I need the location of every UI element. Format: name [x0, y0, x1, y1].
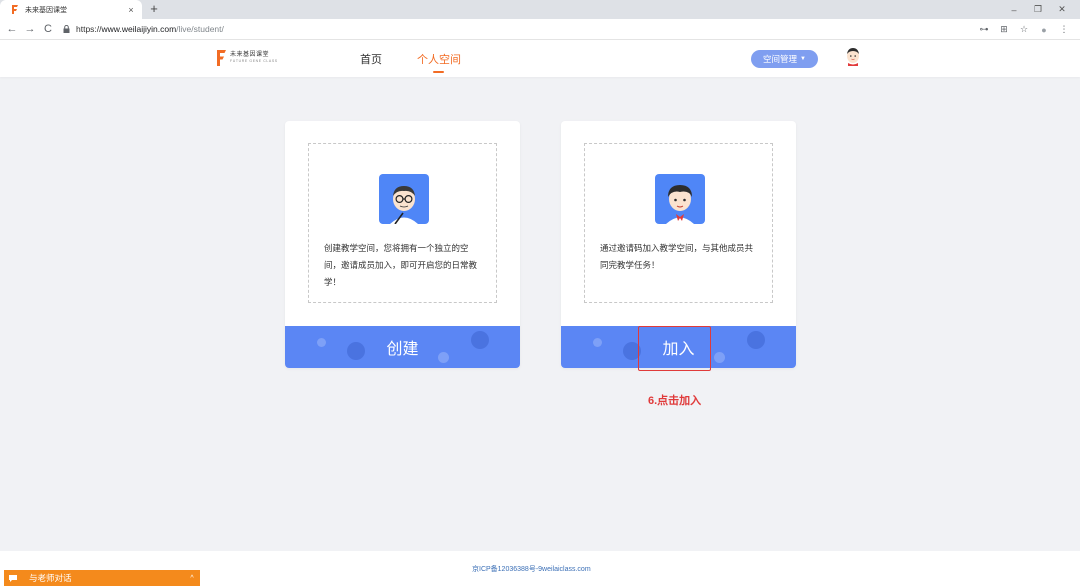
join-space-card: 通过邀请码加入教学空间，与其他成员共同完教学任务！ 加入 [561, 121, 796, 368]
url-host: www.weilaijiyin.com [101, 24, 177, 34]
star-icon[interactable]: ☆ [1014, 24, 1034, 35]
decorative-bubble [714, 352, 725, 363]
key-icon[interactable]: ⊶ [974, 24, 994, 35]
new-tab-icon[interactable]: + [147, 2, 161, 16]
minimize-icon[interactable]: – [1002, 5, 1026, 15]
reload-icon[interactable]: C [39, 23, 57, 35]
join-button[interactable]: 加入 [561, 326, 796, 368]
tab-close-icon[interactable]: × [124, 5, 138, 15]
browser-tab[interactable]: 未来基因课堂 × [0, 0, 142, 19]
user-avatar[interactable] [845, 47, 861, 66]
nav-active-indicator [433, 71, 444, 73]
chat-label: 与老师对话 [29, 573, 72, 583]
chevron-up-icon[interactable]: ^ [184, 575, 200, 582]
decorative-bubble [623, 342, 641, 360]
create-card-content: 创建教学空间，您将拥有一个独立的空间，邀请成员加入，即可开启您的日常教学！ [308, 143, 497, 303]
site-favicon-icon [12, 5, 18, 14]
window-controls: – ❐ ✕ [1002, 0, 1074, 19]
logo-title: 未来基因课堂 [230, 52, 270, 58]
create-button-label: 创建 [386, 341, 419, 358]
decorative-bubble [747, 331, 765, 349]
nav-personal-space[interactable]: 个人空间 [417, 51, 461, 67]
address-bar-actions: ⊶ ⊞ ☆ ● ⋮ [974, 19, 1074, 40]
create-space-card: 创建教学空间，您将拥有一个独立的空间，邀请成员加入，即可开启您的日常教学！ 创建 [285, 121, 520, 368]
icp-license-link[interactable]: 京ICP备12036388号-9weilaiclass.com [472, 564, 591, 574]
nav-home[interactable]: 首页 [360, 51, 382, 67]
url-field[interactable]: https://www.weilaijiyin.com/live/student… [63, 21, 224, 38]
menu-icon[interactable]: ⋮ [1054, 24, 1074, 35]
chat-icon [9, 574, 17, 582]
space-management-label: 空间管理 [763, 54, 798, 64]
decorative-bubble [471, 331, 489, 349]
site-header: 未来基因课堂 FUTURE GENE CLASS 首页 个人空间 空间管理 ▼ [0, 40, 1080, 77]
window-close-icon[interactable]: ✕ [1050, 4, 1074, 15]
logo-mark-icon [217, 50, 226, 66]
create-card-description: 创建教学空间，您将拥有一个独立的空间，邀请成员加入，即可开启您的日常教学！ [324, 243, 478, 287]
decorative-bubble [438, 352, 449, 363]
decorative-bubble [317, 338, 326, 347]
lock-icon [63, 25, 70, 33]
tab-title: 未来基因课堂 [25, 6, 67, 14]
logo-text: 未来基因课堂 FUTURE GENE CLASS [230, 52, 278, 64]
chevron-down-icon: ▼ [800, 56, 806, 62]
profile-icon[interactable]: ● [1034, 25, 1054, 35]
translate-icon[interactable]: ⊞ [994, 24, 1014, 35]
step-instruction: 6.点击加入 [648, 395, 702, 407]
url-scheme: https:// [76, 24, 102, 34]
create-button[interactable]: 创建 [285, 326, 520, 368]
site-logo[interactable]: 未来基因课堂 FUTURE GENE CLASS [216, 50, 278, 66]
join-button-label: 加入 [662, 341, 695, 358]
decorative-bubble [593, 338, 602, 347]
logo-subtitle: FUTURE GENE CLASS [230, 59, 278, 63]
url-path: /live/student/ [176, 24, 224, 34]
join-card-description: 通过邀请码加入教学空间，与其他成员共同完教学任务！ [600, 243, 754, 270]
decorative-bubble [347, 342, 365, 360]
student-icon [655, 174, 705, 224]
space-management-button[interactable]: 空间管理 ▼ [751, 50, 818, 68]
address-bar: ← → C https://www.weilaijiyin.com/live/s… [0, 19, 1080, 40]
teacher-chat-bar[interactable]: 与老师对话 ^ [4, 570, 200, 586]
forward-icon[interactable]: → [21, 23, 39, 35]
join-card-content: 通过邀请码加入教学空间，与其他成员共同完教学任务！ [584, 143, 773, 303]
back-icon[interactable]: ← [3, 23, 21, 35]
restore-icon[interactable]: ❐ [1026, 4, 1050, 15]
browser-tab-bar: 未来基因课堂 × + – ❐ ✕ [0, 0, 1080, 19]
teacher-icon [379, 174, 429, 224]
url-text: https://www.weilaijiyin.com/live/student… [76, 24, 224, 34]
